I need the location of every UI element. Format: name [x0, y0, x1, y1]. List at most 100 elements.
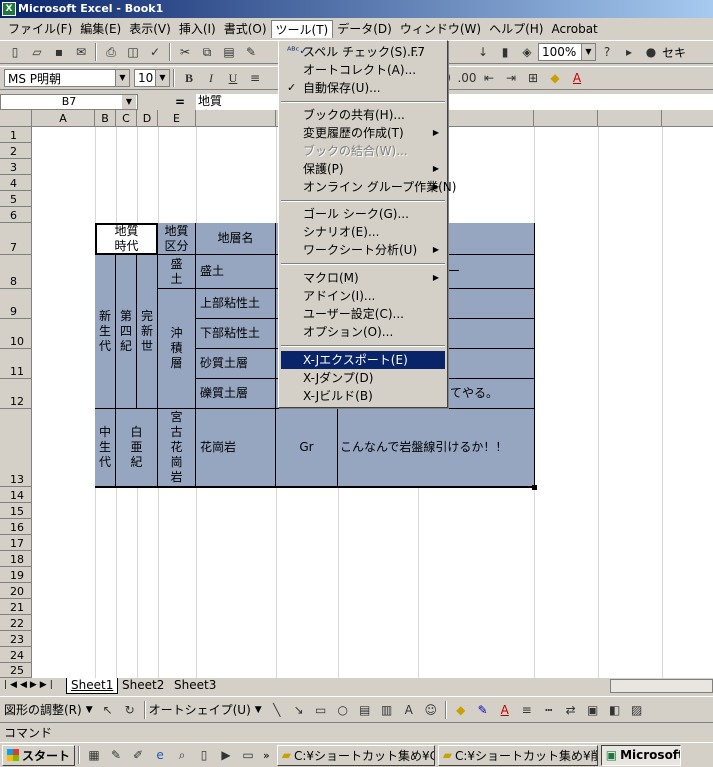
media-player-icon[interactable]: ▶ [215, 745, 237, 765]
spell-icon[interactable]: ✓ [144, 42, 166, 62]
fill-handle[interactable] [532, 485, 537, 490]
menu-item-online-collaboration[interactable]: オンライン グループ作業(N) ▶ [281, 178, 456, 196]
help-icon[interactable]: ? [596, 42, 618, 62]
dash-style-icon[interactable]: ┅ [538, 700, 560, 720]
chart-wizard-icon[interactable]: ▮ [494, 42, 516, 62]
menu-item-goal-seek[interactable]: ゴール シーク(G)... [281, 205, 445, 223]
rectangle-icon[interactable]: ▭ [310, 700, 332, 720]
row-header[interactable]: 11 [0, 349, 32, 379]
menu-view[interactable]: 表示(V) [125, 20, 175, 38]
decrease-decimal-icon[interactable]: .00 [456, 68, 478, 88]
menu-tools[interactable]: ツール(T) [270, 20, 334, 38]
period-cretaceous[interactable]: 白 亜 紀 [116, 409, 158, 487]
epoch-holocene[interactable]: 完 新 世 [137, 255, 158, 409]
menu-item-autocorrect[interactable]: オートコレクト(A)... [281, 61, 445, 79]
menu-data[interactable]: データ(D) [333, 20, 396, 38]
line-style-icon[interactable]: ≡ [516, 700, 538, 720]
menu-item-scenarios[interactable]: シナリオ(E)... [281, 223, 445, 241]
internet-explorer-icon[interactable]: e [149, 745, 171, 765]
clipart-icon[interactable]: ☺ [420, 700, 442, 720]
desktop-icon[interactable]: ▦ [83, 745, 105, 765]
monitor-icon[interactable]: ▭ [237, 745, 259, 765]
row-header[interactable]: 12 [0, 379, 32, 409]
menu-item-share-workbook[interactable]: ブックの共有(H)... [281, 106, 445, 124]
toolbar-extra[interactable]: セキ [662, 44, 686, 61]
horizontal-scrollbar[interactable] [610, 679, 713, 693]
cut-icon[interactable]: ✂ [174, 42, 196, 62]
row-header[interactable]: 3 [0, 159, 32, 175]
more-icon[interactable]: » [263, 749, 270, 762]
row-header[interactable]: 24 [0, 647, 32, 663]
class-alluvial[interactable]: 沖 積 層 [158, 289, 196, 409]
column-header-d[interactable]: D [137, 110, 158, 127]
zoom-select[interactable]: 100% ▼ [538, 43, 596, 61]
menu-file[interactable]: ファイル(F) [4, 20, 76, 38]
row-header[interactable]: 13 [0, 409, 32, 487]
wordart-icon[interactable]: A [398, 700, 420, 720]
layer-gravel[interactable]: 礫質土層 [196, 379, 276, 409]
menu-insert[interactable]: 挿入(I) [175, 20, 220, 38]
font-color-icon[interactable]: A [494, 700, 516, 720]
underline-button[interactable]: U [222, 68, 244, 88]
column-header-c[interactable]: C [116, 110, 137, 127]
class-miyako-granite[interactable]: 宮 古 花 崗 岩 [158, 409, 196, 487]
start-button[interactable]: スタート [2, 744, 76, 766]
menu-item-auditing[interactable]: ワークシート分析(U) ▶ [281, 241, 445, 259]
layer-sand[interactable]: 砂質土層 [196, 349, 276, 379]
autoshape-menu-button[interactable]: オートシェイプ(U) [149, 701, 251, 718]
menu-item-protection[interactable]: 保護(P) ▶ [281, 160, 445, 178]
menu-window[interactable]: ウィンドウ(W) [396, 20, 485, 38]
row-header[interactable]: 8 [0, 255, 32, 289]
menu-item-macro[interactable]: マクロ(M) ▶ [281, 269, 445, 287]
paint-icon[interactable]: ✐ [127, 745, 149, 765]
mail-icon[interactable]: ✉ [70, 42, 92, 62]
layer-lower-clay[interactable]: 下部粘性土 [196, 319, 276, 349]
menu-edit[interactable]: 編集(E) [76, 20, 125, 38]
column-header-b[interactable]: B [95, 110, 116, 127]
more-icon[interactable]: ▸ [618, 42, 640, 62]
header-layer-name[interactable]: 地層名 [196, 223, 276, 255]
equals-button[interactable]: = [170, 94, 190, 110]
column-header-a[interactable]: A [32, 110, 95, 127]
decrease-indent-icon[interactable]: ⇤ [478, 68, 500, 88]
task-excel[interactable]: ▣ Microsoft [600, 744, 681, 766]
draw-menu-button[interactable]: 図形の調整(R) [4, 701, 82, 718]
tab-sheet2[interactable]: Sheet2 [118, 678, 168, 694]
era-mesozoic[interactable]: 中 生 代 [95, 409, 116, 487]
row-header[interactable]: 2 [0, 143, 32, 159]
format-painter-icon[interactable]: ✎ [240, 42, 262, 62]
menu-item-spellcheck[interactable]: ᴬᴮᶜ✓ スペル チェック(S)... F7 [281, 43, 445, 61]
notepad-icon[interactable]: ✎ [105, 745, 127, 765]
menu-item-xj-export[interactable]: X-Jエクスポート(E) [281, 351, 445, 369]
row-header[interactable]: 4 [0, 175, 32, 191]
row-header[interactable]: 10 [0, 319, 32, 349]
vertical-textbox-icon[interactable]: ▥ [376, 700, 398, 720]
row-header[interactable]: 5 [0, 191, 32, 207]
line-color-icon[interactable]: ✎ [472, 700, 494, 720]
row-header[interactable]: 9 [0, 289, 32, 319]
row-header[interactable]: 14 [0, 487, 32, 503]
document-icon[interactable]: ▯ [193, 745, 215, 765]
search-icon[interactable]: ⌕ [171, 745, 193, 765]
column-header-e[interactable]: E [158, 110, 196, 127]
row-header[interactable]: 22 [0, 615, 32, 631]
row-header[interactable]: 19 [0, 567, 32, 583]
column-header-f[interactable] [196, 110, 276, 127]
layer-upper-clay[interactable]: 上部粘性土 [196, 289, 276, 319]
symbol-granite[interactable]: Gr [276, 409, 338, 487]
menu-item-customize[interactable]: ユーザー設定(C)... [281, 305, 445, 323]
row-header[interactable]: 15 [0, 503, 32, 519]
drawing-icon[interactable]: ◈ [516, 42, 538, 62]
row-header[interactable]: 21 [0, 599, 32, 615]
italic-button[interactable]: I [200, 68, 222, 88]
borders-icon[interactable]: ⊞ [522, 68, 544, 88]
row-header[interactable]: 23 [0, 631, 32, 647]
rotate-icon[interactable]: ↻ [119, 700, 141, 720]
align-left-icon[interactable]: ≡ [244, 68, 266, 88]
row-header[interactable]: 25 [0, 663, 32, 678]
copy-icon[interactable]: ⧉ [196, 42, 218, 62]
tab-sheet3[interactable]: Sheet3 [170, 678, 220, 694]
font-select[interactable]: MS P明朝 ▼ [4, 69, 130, 87]
line-icon[interactable]: ╲ [266, 700, 288, 720]
header-geologic-period[interactable]: 地質 時代 [95, 223, 158, 255]
